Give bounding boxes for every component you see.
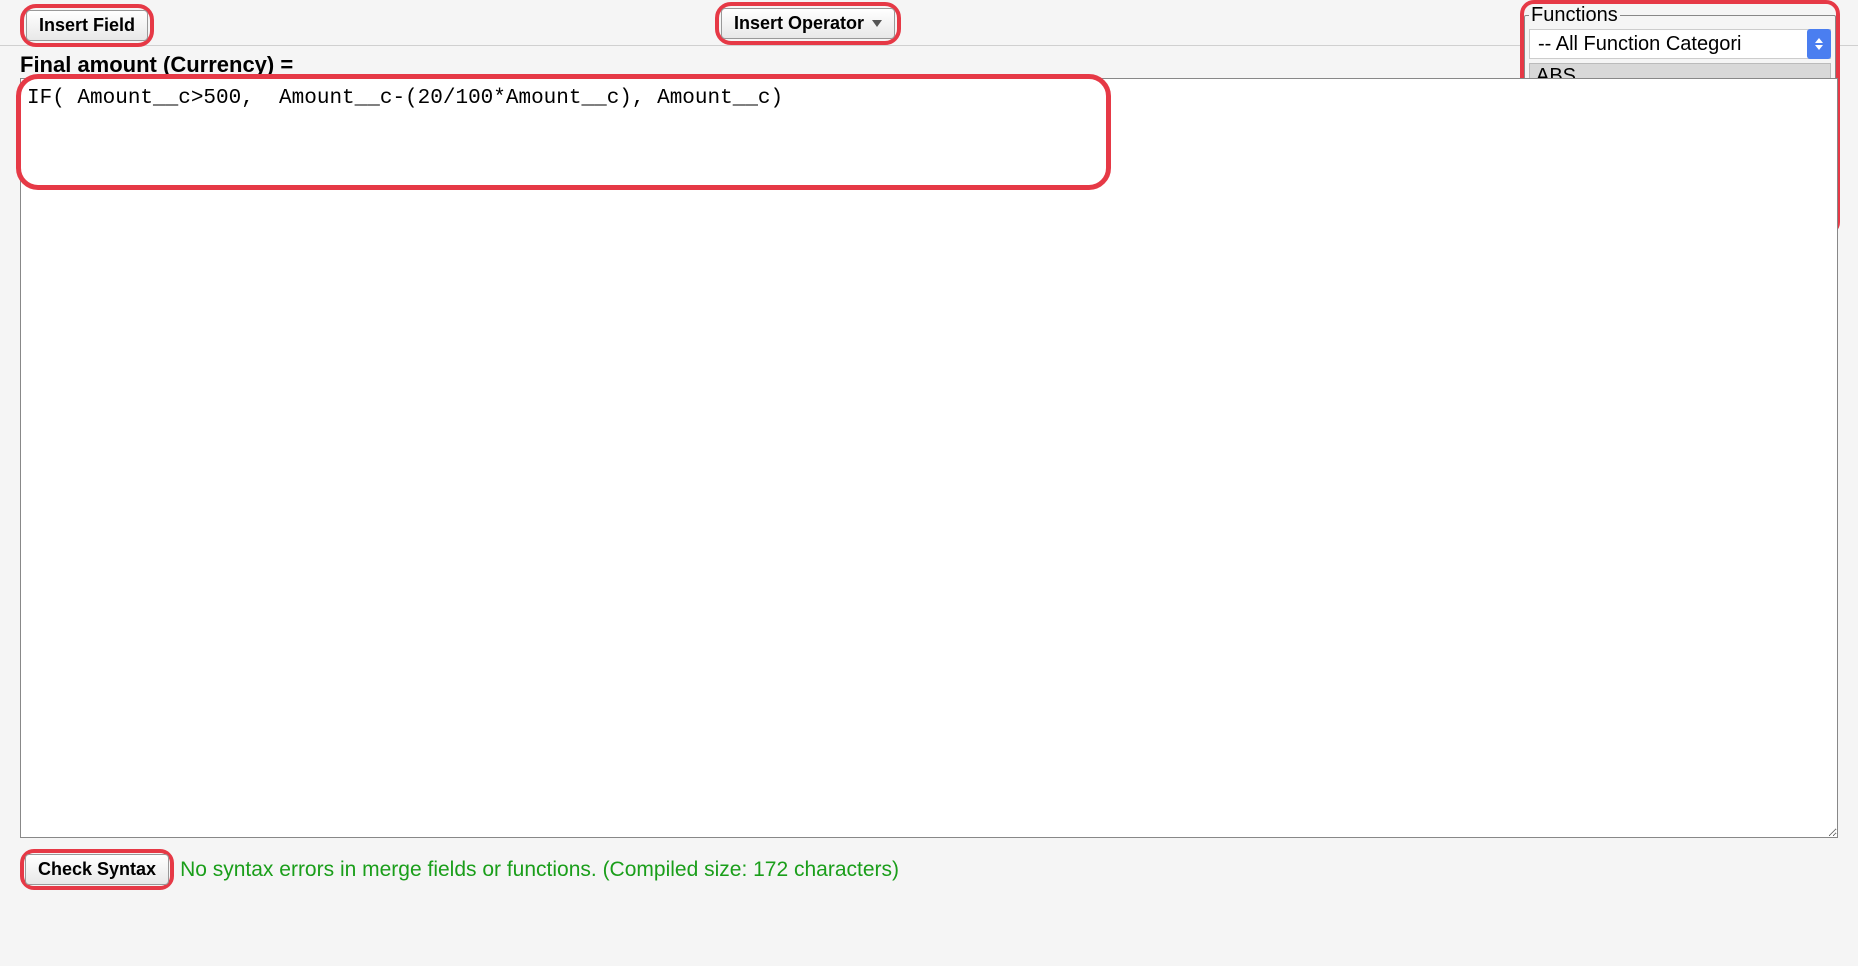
function-category-select[interactable]: -- All Function Categori [1529, 29, 1831, 59]
formula-textarea[interactable] [20, 78, 1838, 838]
insert-field-highlight: Insert Field [20, 4, 154, 47]
insert-field-button[interactable]: Insert Field [26, 10, 148, 41]
chevron-down-icon [872, 20, 882, 27]
insert-operator-highlight: Insert Operator [715, 2, 901, 45]
check-syntax-button[interactable]: Check Syntax [25, 854, 169, 885]
insert-operator-button[interactable]: Insert Operator [721, 8, 895, 39]
syntax-message: No syntax errors in merge fields or func… [180, 858, 899, 882]
insert-operator-label: Insert Operator [734, 13, 864, 34]
check-syntax-highlight: Check Syntax [20, 849, 174, 890]
functions-title: Functions [1529, 4, 1620, 27]
